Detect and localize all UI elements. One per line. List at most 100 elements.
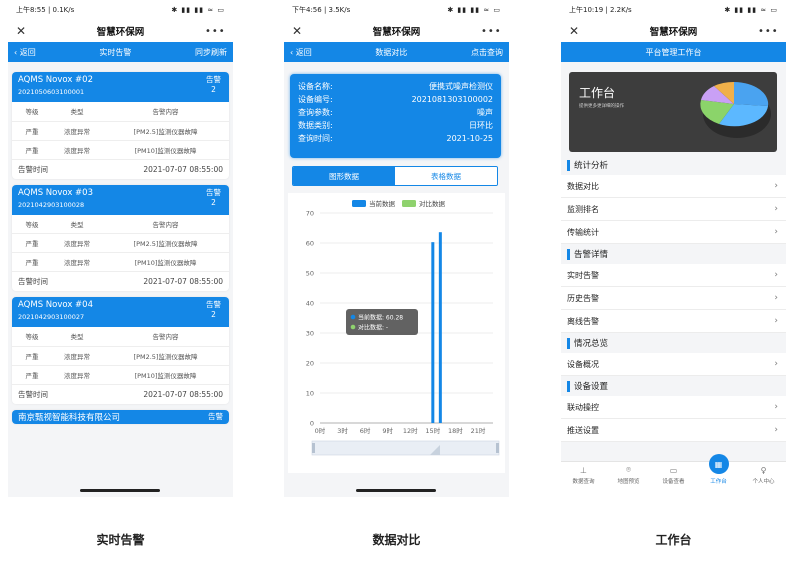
alarm-count-badge: 告警 2 bbox=[206, 75, 221, 95]
menu-item-label: 联动操控 bbox=[567, 402, 599, 412]
menu-item[interactable]: 实时告警 › bbox=[561, 264, 786, 287]
tab-label: 数据查询 bbox=[572, 479, 595, 485]
alarm-card[interactable]: AQMS Novox #03 2021042903100028 告警 2 等级 类… bbox=[12, 184, 229, 291]
zoom-slider-handle-left bbox=[312, 443, 315, 453]
home-indicator bbox=[356, 489, 436, 492]
more-icon[interactable]: ••• bbox=[481, 26, 501, 37]
tooltip-compare: 对比数据: - bbox=[358, 324, 388, 332]
cell-level: 严重 bbox=[12, 140, 52, 160]
info-row: 设备编号: 2021081303100002 bbox=[298, 93, 493, 106]
close-icon[interactable]: ✕ bbox=[16, 24, 36, 38]
table-header-row: 等级 类型 告警内容 bbox=[12, 102, 229, 122]
map-pin-icon: ⌾ bbox=[626, 465, 631, 474]
chevron-right-icon: › bbox=[774, 227, 778, 237]
tab-table-data[interactable]: 表格数据 bbox=[395, 167, 497, 185]
menu-item[interactable]: 推送设置 › bbox=[561, 419, 786, 442]
alarm-card-header: AQMS Novox #03 2021042903100028 告警 2 bbox=[12, 184, 229, 215]
section-marker bbox=[567, 337, 570, 349]
menu-item[interactable]: 离线告警 › bbox=[561, 310, 786, 333]
alarm-time-value: 2021-07-07 08:55:00 bbox=[143, 164, 223, 174]
menu-item[interactable]: 设备概况 › bbox=[561, 353, 786, 376]
tab-chart-data[interactable]: 图形数据 bbox=[293, 167, 395, 185]
cell-type: 浓度异常 bbox=[52, 346, 102, 366]
section-device-settings: 设备设置 bbox=[561, 376, 786, 396]
close-icon[interactable]: ✕ bbox=[292, 24, 312, 38]
device-name: AQMS Novox #04 bbox=[18, 300, 93, 310]
alarm-card[interactable]: AQMS Novox #02 2021050603100001 告警 2 等级 类… bbox=[12, 72, 229, 179]
info-key: 查询参数: bbox=[298, 108, 333, 117]
legend-swatch-compare bbox=[402, 200, 416, 207]
menu-item[interactable]: 数据对比 › bbox=[561, 175, 786, 198]
bottom-tab-bar: ⊥ 数据查询 ⌾ 地图预览 ▭ 设备查看 ▦ 工作台 ♀ 个人中心 bbox=[561, 454, 786, 497]
section-marker bbox=[567, 159, 570, 171]
nav-bar: 平台管理工作台 bbox=[561, 42, 786, 62]
info-value: 便携式噪声检测仪 bbox=[429, 82, 493, 91]
alarm-card-header: AQMS Novox #04 2021042903100027 告警 2 bbox=[12, 297, 229, 327]
query-button[interactable]: 点击查询 bbox=[471, 47, 503, 58]
cell-level: 严重 bbox=[12, 233, 52, 253]
more-icon[interactable]: ••• bbox=[205, 26, 225, 37]
tab-map-pin[interactable]: ⌾ 地图预览 bbox=[606, 462, 651, 497]
col-type: 类型 bbox=[52, 214, 102, 234]
home-indicator bbox=[80, 489, 160, 492]
more-icon[interactable]: ••• bbox=[758, 26, 778, 37]
page-title: 平台管理工作台 bbox=[645, 47, 702, 57]
chevron-right-icon: › bbox=[774, 181, 778, 191]
app-title: 智慧环保网 bbox=[96, 27, 145, 38]
workbench-menu: 统计分析 数据对比 › 监测排名 › 传输统计 › 告警详情 实时告警 › 历史告警 › 离线告警 › 情况… bbox=[561, 155, 786, 442]
menu-item[interactable]: 联动操控 › bbox=[561, 396, 786, 419]
tab-grid[interactable]: ▦ 工作台 bbox=[696, 454, 741, 497]
nav-bar: ‹ 返回 数据对比 点击查询 bbox=[284, 42, 509, 62]
table-row: 严重 浓度异常 [PM10]监测仪器故障 bbox=[12, 140, 229, 160]
sync-refresh-button[interactable]: 同步刷新 bbox=[195, 47, 227, 58]
alarm-card-header: 南京甄视智能科技有限公司 告警 bbox=[12, 409, 229, 424]
phone-realtime-alarm: 上午8:55 | 0.1K/s ✱ ▮▮ ▮▮ ≈ ▭ ✕ 智慧环保网 ••• … bbox=[8, 0, 233, 497]
tab-label: 设备查看 bbox=[662, 479, 685, 485]
tab-chart[interactable]: ⊥ 数据查询 bbox=[561, 462, 606, 497]
menu-item-label: 监测排名 bbox=[567, 204, 599, 214]
y-tick-label: 40 bbox=[306, 300, 314, 308]
tab-person[interactable]: ♀ 个人中心 bbox=[741, 462, 786, 497]
cell-type: 浓度异常 bbox=[52, 121, 102, 141]
alarm-count-badge: 告警 2 bbox=[206, 300, 221, 320]
menu-item[interactable]: 传输统计 › bbox=[561, 221, 786, 244]
section-marker bbox=[567, 248, 570, 260]
x-tick-label: 0时 bbox=[315, 426, 326, 435]
menu-item[interactable]: 历史告警 › bbox=[561, 287, 786, 310]
app-title-bar: ✕ 智慧环保网 ••• bbox=[8, 20, 233, 42]
x-tick-label: 6时 bbox=[360, 426, 371, 435]
x-tick-label: 9时 bbox=[382, 426, 393, 435]
menu-item[interactable]: 监测排名 › bbox=[561, 198, 786, 221]
tab-monitor[interactable]: ▭ 设备查看 bbox=[651, 462, 696, 497]
pie-illustration-icon bbox=[700, 81, 771, 138]
info-value: 2021-10-25 bbox=[446, 134, 494, 143]
cell-type: 浓度异常 bbox=[52, 140, 102, 160]
device-code: 2021050603100001 bbox=[18, 88, 85, 96]
bar bbox=[431, 242, 435, 423]
table-row: 严重 浓度异常 [PM2.5]监测仪器故障 bbox=[12, 346, 229, 366]
alarm-count: 2 bbox=[211, 197, 216, 207]
close-icon[interactable]: ✕ bbox=[569, 24, 589, 38]
alarm-list[interactable]: AQMS Novox #02 2021050603100001 告警 2 等级 类… bbox=[8, 66, 233, 497]
alarm-badge-label: 告警 bbox=[206, 187, 221, 197]
device-info-panel: 设备名称: 便携式噪声检测仪 设备编号: 2021081303100002 查询参数… bbox=[290, 74, 501, 158]
compare-chart: 当前数据 对比数据 0 10 20 30 40 50 60 70 0时 3时 6时 9时 12时 15时 18时… bbox=[288, 193, 505, 473]
app-title: 智慧环保网 bbox=[649, 27, 698, 38]
app-title: 智慧环保网 bbox=[372, 27, 421, 38]
zoom-slider-handle-right bbox=[496, 443, 499, 453]
alarm-time-label: 告警时间 bbox=[18, 277, 48, 286]
section-alarm-detail: 告警详情 bbox=[561, 244, 786, 264]
chart-svg: 当前数据 对比数据 0 10 20 30 40 50 60 70 0时 3时 6时 9时 12时 15时 18时… bbox=[306, 199, 500, 456]
menu-item-label: 传输统计 bbox=[567, 227, 599, 237]
menu-item-label: 历史告警 bbox=[567, 293, 599, 303]
info-value: 噪声 bbox=[477, 108, 493, 117]
col-type: 类型 bbox=[52, 102, 102, 122]
alarm-card[interactable]: AQMS Novox #04 2021042903100027 告警 2 等级 类… bbox=[12, 297, 229, 404]
back-button[interactable]: ‹ 返回 bbox=[14, 47, 36, 58]
caption-realtime-alarm: 实时告警 bbox=[96, 533, 145, 547]
alarm-time-row: 告警时间 2021-07-07 08:55:00 bbox=[12, 160, 229, 179]
phone-workbench: 上午10:19 | 2.2K/s ✱ ▮▮ ▮▮ ≈ ▭ ✕ 智慧环保网 •••… bbox=[561, 0, 786, 497]
back-button[interactable]: ‹ 返回 bbox=[290, 47, 312, 58]
zoom-slider-track bbox=[311, 440, 500, 456]
alarm-card[interactable]: 南京甄视智能科技有限公司 告警 bbox=[12, 409, 229, 424]
